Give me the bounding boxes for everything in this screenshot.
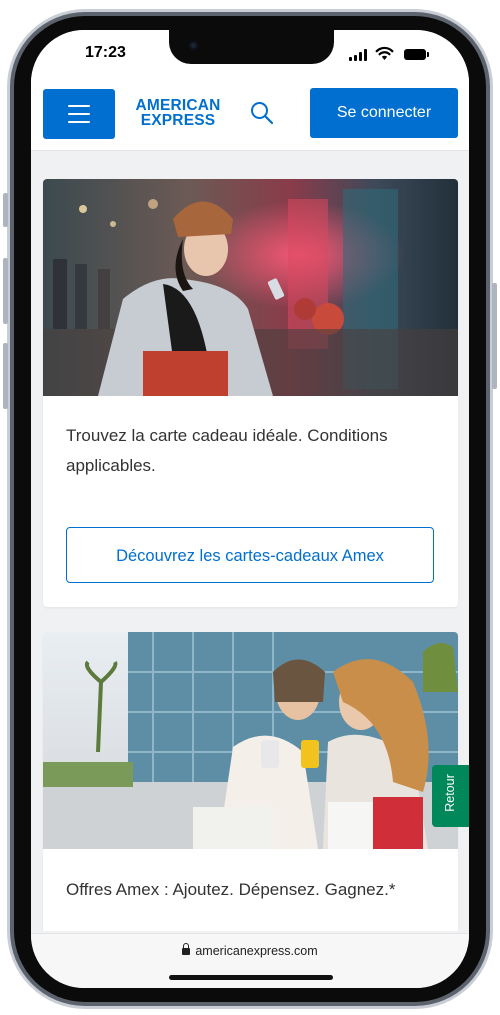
browser-url-bar[interactable]: americanexpress.com <box>31 933 469 988</box>
back-to-top-label: Retour <box>443 774 457 812</box>
amex-offers-card: Offres Amex : Ajoutez. Dépensez. Gagnez.… <box>43 632 458 931</box>
back-to-top-tab[interactable]: Retour <box>432 765 469 827</box>
gift-card-promo-card: Trouvez la carte cadeau idéale. Conditio… <box>43 179 458 607</box>
url-text: americanexpress.com <box>195 944 318 958</box>
signal-icon <box>349 49 369 61</box>
home-indicator[interactable] <box>169 975 333 980</box>
search-icon[interactable] <box>249 100 275 126</box>
site-header: AMERICAN EXPRESS Se connecter <box>31 86 469 151</box>
main-content: Trouvez la carte cadeau idéale. Conditio… <box>31 151 469 931</box>
phone-screen: 17:23 AMERICAN EXPRESS Se connecter Trou… <box>31 30 469 988</box>
phone-side-button <box>3 193 8 227</box>
battery-icon <box>404 49 429 60</box>
wifi-icon <box>375 46 394 60</box>
gift-card-promo-text: Trouvez la carte cadeau idéale. Conditio… <box>66 426 388 475</box>
front-camera <box>189 41 198 50</box>
menu-button[interactable] <box>43 89 115 139</box>
amex-offers-text: Offres Amex : Ajoutez. Dépensez. Gagnez.… <box>66 880 396 899</box>
phone-volume-down-button <box>3 343 8 409</box>
lock-icon <box>182 943 191 955</box>
phone-volume-up-button <box>3 258 8 324</box>
login-button[interactable]: Se connecter <box>310 88 458 138</box>
menu-icon <box>68 105 90 107</box>
two-women-phones-image <box>43 632 458 849</box>
url-display: americanexpress.com <box>31 943 469 958</box>
status-time: 17:23 <box>85 44 126 61</box>
phone-power-button <box>492 283 497 389</box>
shopping-woman-image <box>43 179 458 396</box>
discover-gift-cards-button[interactable]: Découvrez les cartes-cadeaux Amex <box>66 527 434 583</box>
logo-line-1: AMERICAN <box>135 97 221 114</box>
notch <box>169 30 334 64</box>
logo-line-2: EXPRESS <box>140 112 216 129</box>
amex-logo[interactable]: AMERICAN EXPRESS <box>127 97 229 129</box>
